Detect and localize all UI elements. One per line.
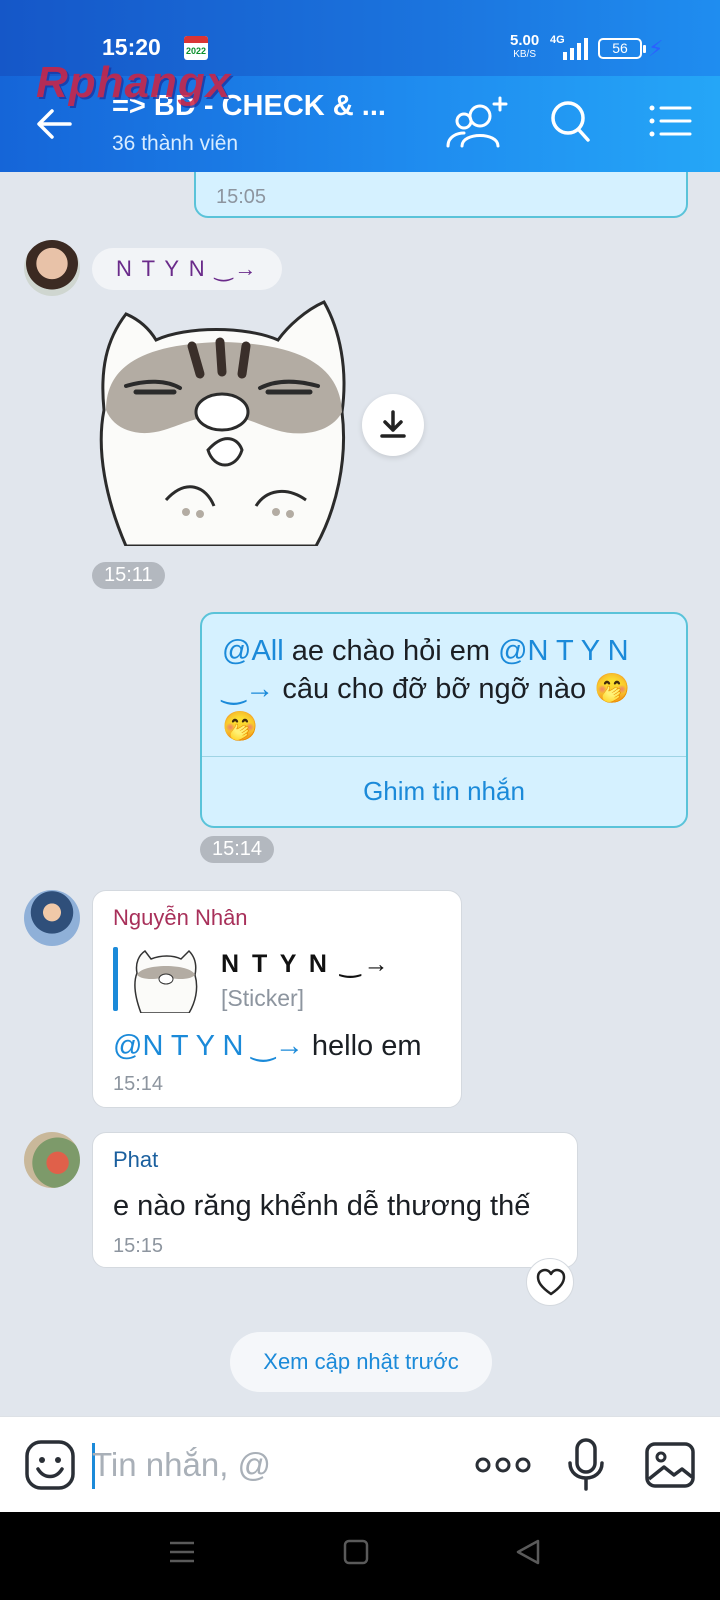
- message-time-pill: 15:14: [200, 836, 275, 863]
- more-options-button[interactable]: [474, 1445, 532, 1485]
- sticker-thumbnail: [134, 949, 198, 1013]
- chat-area[interactable]: 15:05 N T Y N ‿→ 15:11 @All ae chào hỏi …: [0, 172, 720, 1416]
- charging-icon: ⚡: [648, 36, 664, 61]
- sender-name-chip[interactable]: N T Y N ‿→: [92, 248, 283, 290]
- image-icon: [645, 1442, 695, 1488]
- self-message-bubble[interactable]: 15:05: [194, 172, 688, 218]
- emoji-icon: [25, 1440, 75, 1490]
- message-text: @All ae chào hỏi em @N T Y N ‿→ câu cho …: [222, 635, 631, 743]
- sender-name[interactable]: Nguyễn Nhân: [113, 905, 248, 931]
- message-time: 15:15: [113, 1235, 164, 1257]
- message-text: @N T Y N ‿→ hello em: [113, 1030, 422, 1062]
- recent-apps-icon[interactable]: [168, 1538, 196, 1566]
- avatar-phat[interactable]: [24, 1132, 80, 1188]
- pin-message-button[interactable]: Ghim tin nhắn: [202, 757, 686, 826]
- net-speed: 5.00 KB/S: [510, 32, 540, 60]
- cat-sticker[interactable]: [96, 300, 350, 546]
- menu-list-icon: [649, 105, 692, 137]
- voice-button[interactable]: [566, 1437, 606, 1493]
- message-time: 15:05: [216, 186, 267, 208]
- home-icon[interactable]: [342, 1538, 370, 1566]
- mention-user[interactable]: @N T Y N ‿→: [113, 1030, 304, 1062]
- sender-name[interactable]: Phat: [113, 1147, 158, 1173]
- download-button[interactable]: [362, 394, 424, 456]
- heart-icon: [536, 1268, 566, 1296]
- member-count[interactable]: 36 thành viên: [112, 132, 238, 156]
- message-input[interactable]: [92, 1435, 432, 1495]
- message-text: e nào răng khểnh dễ thương thế: [113, 1190, 531, 1222]
- reply-message-bubble[interactable]: Nguyễn Nhân N T Y N ‿→ [Sticker] @N T Y …: [92, 890, 462, 1108]
- mention-all[interactable]: @All: [222, 635, 284, 667]
- status-time: 15:20: [102, 34, 161, 60]
- more-dots-icon: [475, 1457, 531, 1473]
- quote-bar: [113, 947, 118, 1011]
- message-time: 15:14: [113, 1073, 164, 1095]
- emoji-button[interactable]: [24, 1439, 76, 1491]
- message-composer: [0, 1416, 720, 1512]
- back-button[interactable]: [32, 102, 76, 146]
- image-button[interactable]: [644, 1439, 696, 1491]
- search-button[interactable]: [548, 96, 610, 152]
- search-icon: [551, 101, 590, 142]
- quote-sender: N T Y N ‿→: [221, 950, 392, 978]
- add-member-icon: [446, 96, 508, 148]
- chat-header: 15:20 2022 5.00 KB/S 4G 56 ⚡ => BD - CHE…: [0, 0, 720, 172]
- download-icon: [380, 410, 406, 438]
- quote-type: [Sticker]: [221, 985, 305, 1011]
- avatar-ntyn[interactable]: [24, 240, 80, 296]
- signal-icon: [563, 38, 588, 60]
- microphone-icon: [568, 1438, 604, 1491]
- phat-message-bubble[interactable]: Phat e nào răng khểnh dễ thương thế 15:1…: [92, 1132, 578, 1268]
- battery-icon: 56: [598, 38, 646, 59]
- message-time-pill: 15:11: [92, 562, 165, 589]
- back-nav-icon[interactable]: [514, 1538, 542, 1566]
- see-earlier-updates-button[interactable]: Xem cập nhật trước: [230, 1332, 492, 1392]
- self-message-bubble[interactable]: @All ae chào hỏi em @N T Y N ‿→ câu cho …: [200, 612, 688, 828]
- menu-button[interactable]: [648, 96, 710, 152]
- avatar-nguyen-nhan[interactable]: [24, 890, 80, 946]
- add-member-button[interactable]: [446, 96, 508, 152]
- back-arrow-icon: [37, 109, 72, 139]
- watermark: Rphangx: [36, 58, 232, 107]
- system-nav-bar: [0, 1512, 720, 1600]
- react-button[interactable]: [526, 1258, 574, 1306]
- calendar-app-icon: 2022: [184, 36, 208, 60]
